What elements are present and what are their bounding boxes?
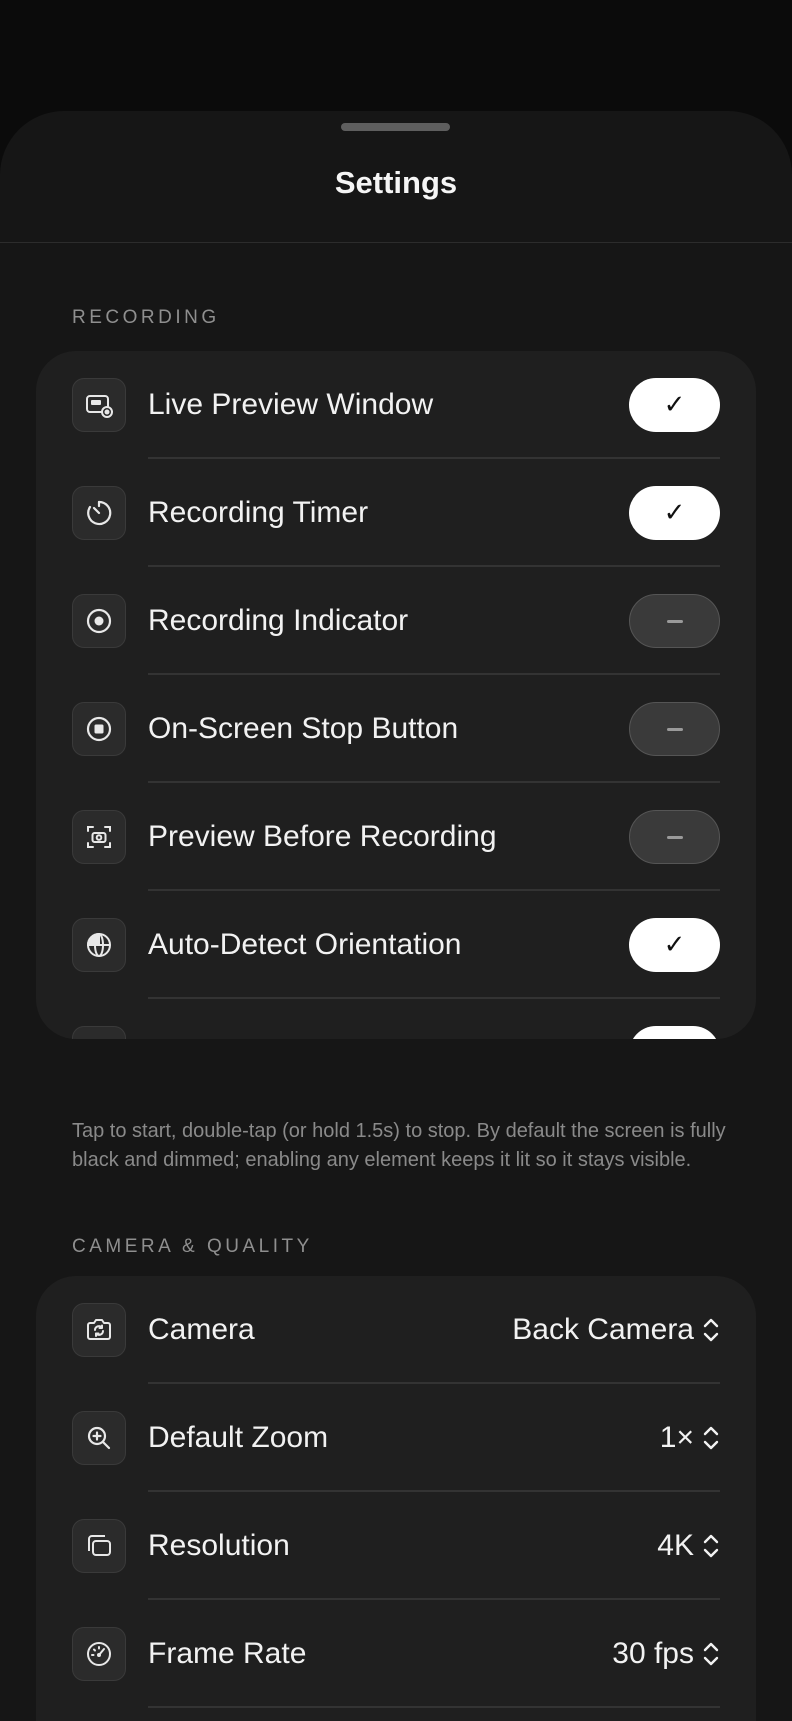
chevron-up-down-icon <box>703 1318 719 1342</box>
resolution-picker[interactable]: 4K <box>657 1492 720 1600</box>
setting-label: Live Preview Window <box>148 388 434 421</box>
setting-row-live-preview-window[interactable]: Live Preview Window ✓ <box>36 351 756 459</box>
camera-picker[interactable]: Back Camera <box>512 1276 720 1384</box>
frame-rate-picker[interactable]: 30 fps <box>612 1600 720 1708</box>
setting-row-frame-rate[interactable]: Frame Rate 30 fps <box>36 1600 756 1708</box>
setting-label: Recording Timer <box>148 496 369 529</box>
setting-label: Default Zoom <box>148 1421 329 1454</box>
off-dash-icon <box>666 835 683 839</box>
off-dash-icon <box>666 727 683 731</box>
camera-viewfinder-icon <box>72 810 126 864</box>
setting-row-preview-before-recording[interactable]: Preview Before Recording <box>36 783 756 891</box>
setting-label: Recording Indicator <box>148 604 409 637</box>
setting-label: Auto-Detect Orientation <box>148 928 462 961</box>
picker-value: 1× <box>659 1421 694 1454</box>
record-dot-icon <box>72 594 126 648</box>
page-title: Settings <box>334 165 458 200</box>
hand-tap-icon <box>72 1026 126 1039</box>
setting-row-resolution[interactable]: Resolution 4K <box>36 1492 756 1600</box>
camera-switch-icon <box>72 1303 126 1357</box>
settings-sheet: Settings RECORDING Live Preview Window ✓ <box>0 111 792 1721</box>
recording-footer-note: Tap to start, double-tap (or hold 1.5s) … <box>72 1120 726 1171</box>
title-divider <box>0 242 792 243</box>
auto-detect-orientation-toggle[interactable]: ✓ <box>629 918 720 972</box>
off-dash-icon <box>666 619 683 623</box>
row-divider <box>148 1706 720 1708</box>
setting-label: Haptic Feedback <box>148 999 373 1039</box>
picker-value: 4K <box>657 1529 694 1562</box>
checkmark-icon: ✓ <box>663 390 686 420</box>
checkmark-icon: ✓ <box>663 498 686 528</box>
picker-value: Back Camera <box>512 1313 694 1346</box>
gyroscope-icon <box>72 918 126 972</box>
zoom-icon <box>72 1411 126 1465</box>
speedometer-icon <box>72 1627 126 1681</box>
pip-window-icon <box>72 378 126 432</box>
setting-label: On-Screen Stop Button <box>148 712 459 745</box>
resolution-icon <box>72 1519 126 1573</box>
setting-label: Frame Rate <box>148 1637 307 1670</box>
on-screen-stop-button-toggle[interactable] <box>629 702 720 756</box>
checkmark-icon: ✓ <box>663 930 686 960</box>
recording-group: Live Preview Window ✓ Recording Timer ✓ <box>36 351 756 1039</box>
recording-indicator-toggle[interactable] <box>629 594 720 648</box>
setting-row-recording-indicator[interactable]: Recording Indicator <box>36 567 756 675</box>
setting-row-recording-timer[interactable]: Recording Timer ✓ <box>36 459 756 567</box>
chevron-up-down-icon <box>703 1534 719 1558</box>
chevron-up-down-icon <box>703 1642 719 1666</box>
haptic-feedback-toggle[interactable]: ✓ <box>629 1026 720 1039</box>
default-zoom-picker[interactable]: 1× <box>660 1384 720 1492</box>
setting-label: Preview Before Recording <box>148 820 497 853</box>
picker-value: 30 fps <box>612 1637 694 1670</box>
stop-button-icon <box>72 702 126 756</box>
timer-icon <box>72 486 126 540</box>
setting-row-haptic-feedback[interactable]: Haptic Feedback ✓ <box>36 999 756 1039</box>
camera-quality-group: Camera Back Camera Default Zoom 1× Resol… <box>36 1276 756 1721</box>
recording-section-header: RECORDING <box>72 307 220 328</box>
chevron-up-down-icon <box>703 1426 719 1450</box>
checkmark-icon: ✓ <box>664 1038 686 1039</box>
setting-label: Camera <box>148 1313 255 1346</box>
setting-row-auto-detect-orientation[interactable]: Auto-Detect Orientation ✓ <box>36 891 756 999</box>
live-preview-window-toggle[interactable]: ✓ <box>629 378 720 432</box>
preview-before-recording-toggle[interactable] <box>629 810 720 864</box>
camera-quality-section-header: CAMERA & QUALITY <box>72 1236 313 1257</box>
recording-timer-toggle[interactable]: ✓ <box>629 486 720 540</box>
setting-label: Resolution <box>148 1529 290 1562</box>
setting-row-camera[interactable]: Camera Back Camera <box>36 1276 756 1384</box>
setting-row-default-zoom[interactable]: Default Zoom 1× <box>36 1384 756 1492</box>
sheet-grabber[interactable] <box>341 123 450 131</box>
setting-row-on-screen-stop-button[interactable]: On-Screen Stop Button <box>36 675 756 783</box>
